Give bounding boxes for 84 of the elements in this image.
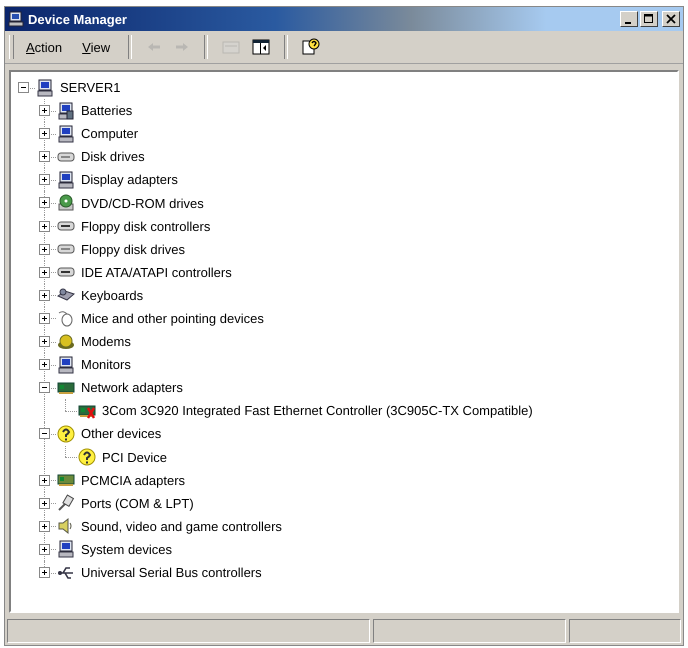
tree-item[interactable]: DVD/CD-ROM drives (79, 194, 206, 212)
expander-button[interactable] (39, 520, 50, 532)
computer-icon (57, 540, 75, 558)
expander-button[interactable] (39, 151, 50, 162)
tree-item[interactable]: Other devices (79, 425, 164, 442)
expander-button[interactable] (39, 382, 50, 394)
plus-icon (40, 222, 49, 231)
plus-icon (40, 244, 49, 254)
tree-item[interactable]: Disk drives (79, 148, 147, 166)
tree-item[interactable]: System devices (79, 540, 174, 558)
expander-button[interactable] (39, 128, 50, 140)
tree-item[interactable]: PCI Device (100, 448, 170, 466)
tree-item[interactable]: Floppy disk drives (79, 240, 188, 258)
tree-item[interactable]: Sound, video and game controllers (79, 518, 284, 535)
monitor-icon (57, 356, 75, 374)
maximize-button[interactable] (640, 11, 658, 27)
expander-button[interactable] (39, 197, 50, 208)
computer-icon (36, 78, 54, 97)
computer-icon (8, 11, 24, 27)
plus-icon (40, 198, 49, 208)
expander-button[interactable] (39, 498, 50, 509)
battery-icon (57, 102, 75, 120)
plus-icon (40, 360, 49, 370)
plus-icon (40, 314, 49, 323)
help-icon (302, 38, 320, 56)
close-icon (666, 14, 676, 24)
plus-icon (40, 268, 49, 277)
question-mark-icon (78, 448, 96, 466)
plus-icon (40, 152, 49, 162)
plus-icon (40, 175, 49, 184)
expander-button[interactable] (39, 428, 50, 440)
modem-icon (57, 332, 75, 351)
tree-item[interactable]: Monitors (79, 356, 133, 374)
question-mark-icon (57, 424, 75, 443)
tree-item[interactable]: SERVER1 (58, 79, 122, 96)
expander-button[interactable] (39, 220, 50, 232)
tree-item[interactable]: Ports (COM & LPT) (79, 494, 196, 512)
expander-button[interactable] (39, 359, 50, 370)
folder-icon (222, 39, 240, 55)
disc-drive-icon (57, 194, 75, 212)
tree-item[interactable]: Computer (79, 125, 140, 142)
tree-item[interactable]: Modems (79, 333, 133, 350)
tree-item[interactable]: Mice and other pointing devices (79, 310, 266, 327)
expander-button[interactable] (39, 474, 50, 486)
expander-button[interactable] (18, 82, 29, 93)
close-button[interactable] (662, 11, 680, 27)
tree-item[interactable]: Universal Serial Bus controllers (79, 564, 264, 582)
plus-icon (40, 544, 49, 554)
tree-item[interactable]: Display adapters (79, 171, 180, 188)
expander-button[interactable] (39, 174, 50, 186)
expander-button[interactable] (39, 105, 50, 116)
plug-icon (57, 494, 75, 512)
tree-item[interactable]: Floppy disk controllers (79, 218, 212, 235)
computer-icon (57, 124, 75, 143)
plus-icon (40, 498, 49, 508)
tree-item[interactable]: Network adapters (79, 379, 185, 396)
tree-item[interactable]: 3Com 3C920 Integrated Fast Ethernet Controller (3C905C-TX Compatible) (100, 402, 535, 420)
plus-icon (40, 568, 49, 577)
plus-icon (40, 522, 49, 531)
window-title: Device Manager (28, 12, 127, 26)
tree-item[interactable]: Batteries (79, 102, 134, 120)
menu-item[interactable]: Action (18, 36, 70, 58)
menu-item[interactable]: View (74, 36, 118, 58)
mouse-icon (57, 309, 75, 328)
minimize-button[interactable] (620, 11, 638, 27)
expander-button[interactable] (39, 244, 50, 255)
plus-icon (40, 290, 49, 300)
tree-item[interactable]: PCMCIA adapters (79, 472, 188, 489)
plus-icon (40, 337, 49, 346)
pane-icon (252, 39, 270, 55)
minimize-icon (625, 22, 631, 24)
expander-button[interactable] (39, 290, 50, 301)
tree-item[interactable]: Keyboards (79, 286, 146, 304)
expander-button[interactable] (39, 336, 50, 348)
expander-button[interactable] (39, 566, 50, 578)
plus-icon (40, 106, 49, 116)
monitor-icon (57, 170, 75, 189)
expander-button[interactable] (39, 312, 50, 324)
tree-item[interactable]: IDE ATA/ATAPI controllers (79, 264, 234, 281)
expander-button[interactable] (39, 266, 50, 278)
expander-button[interactable] (39, 544, 50, 555)
plus-icon (40, 476, 49, 485)
maximize-icon (644, 14, 654, 24)
plus-icon (40, 129, 49, 138)
